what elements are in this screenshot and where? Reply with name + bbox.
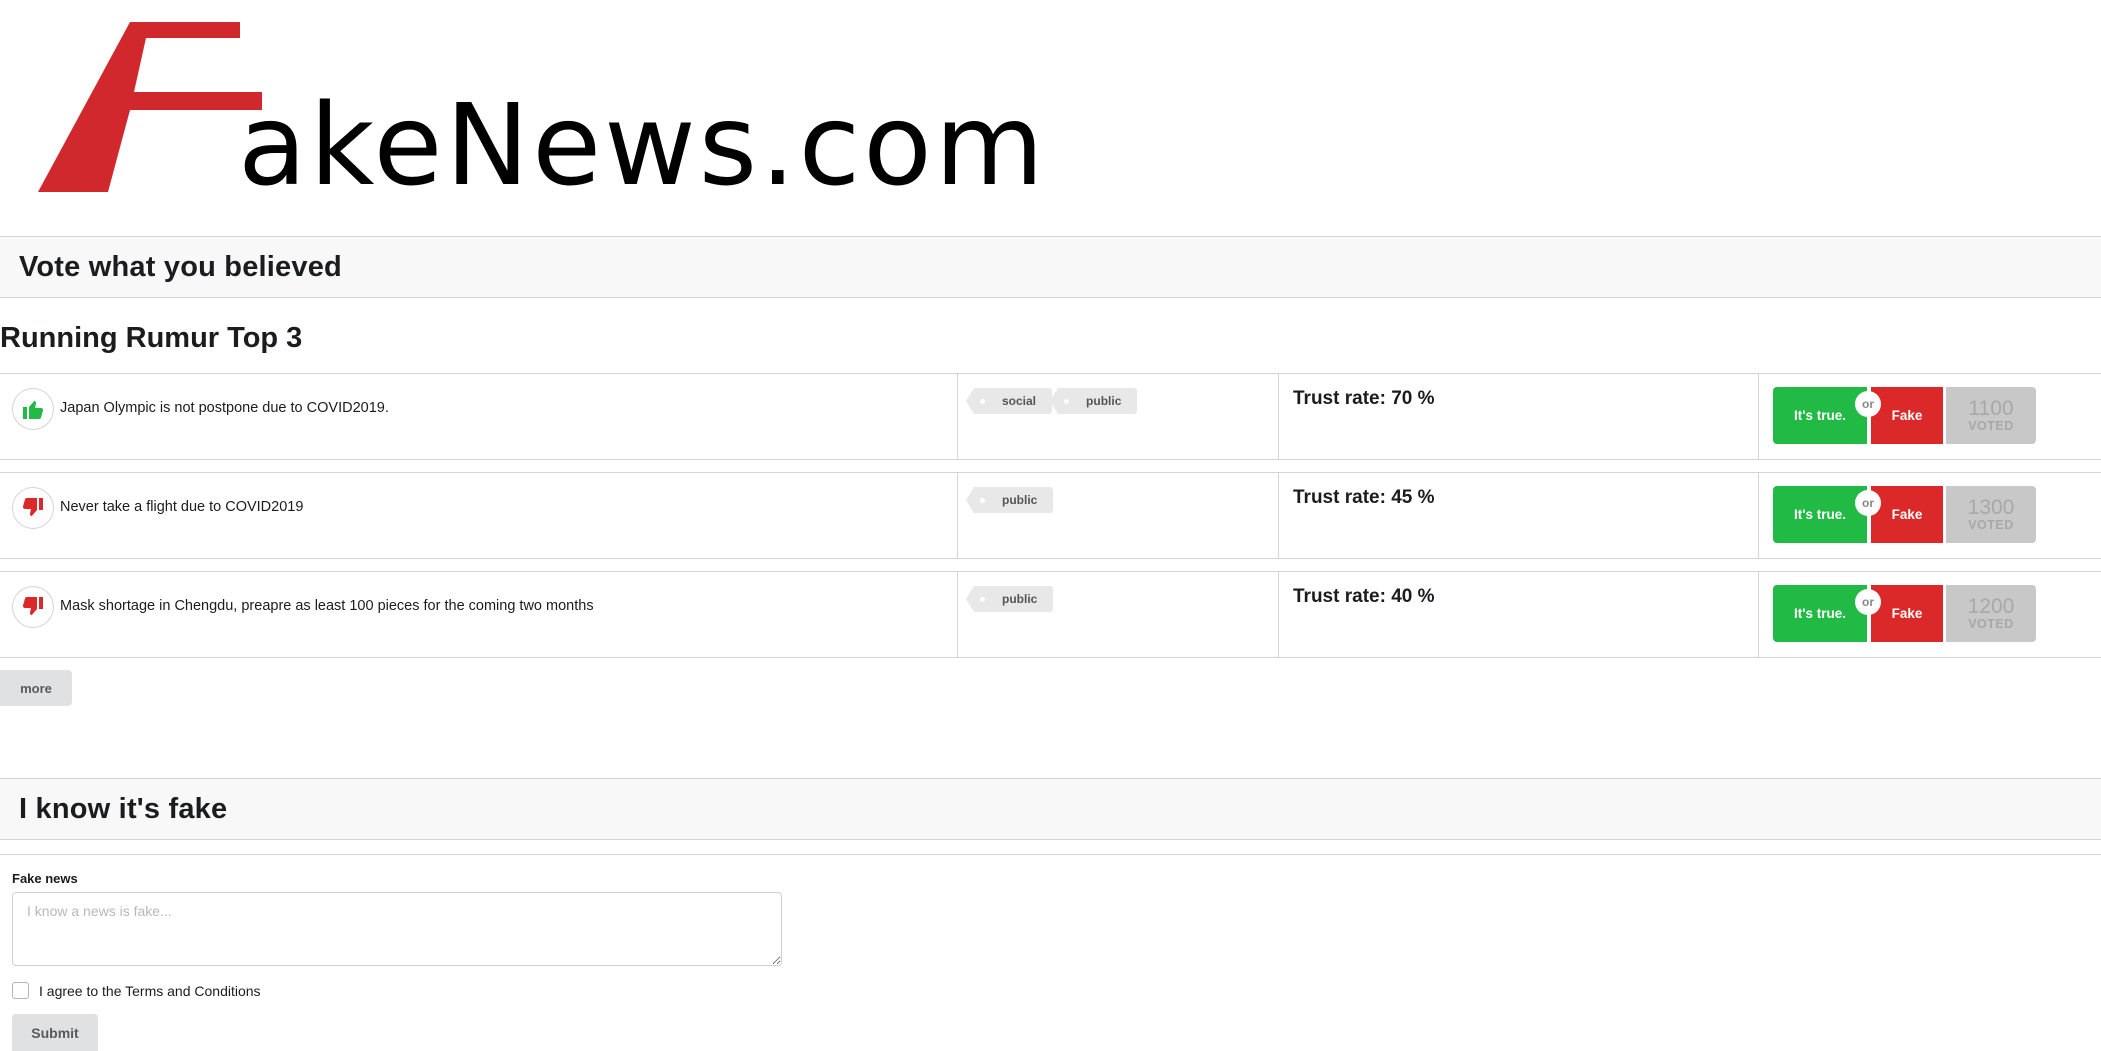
more-button[interactable]: more	[0, 670, 72, 706]
its-true-label: It's true.	[1794, 507, 1846, 522]
rumor-tags-cell: public	[957, 572, 1278, 657]
vote-count-label: VOTED	[1968, 418, 2014, 433]
vote-count: 1200	[1967, 594, 2015, 618]
agree-label: I agree to the Terms and Conditions	[39, 982, 261, 999]
vote-button-group: It's true. or Fake 1200 VOTED	[1773, 585, 2036, 642]
rumor-row: Japan Olympic is not postpone due to COV…	[0, 373, 2101, 460]
report-section-header: I know it's fake	[0, 778, 2101, 840]
or-separator: or	[1855, 391, 1881, 417]
rumor-trust-cell: Trust rate: 40 %	[1278, 572, 1758, 657]
tag-social[interactable]: social	[965, 388, 1053, 414]
tag-public[interactable]: public	[965, 487, 1054, 513]
rumor-row: Never take a flight due to COVID2019 pub…	[0, 472, 2101, 559]
fake-button[interactable]: Fake	[1871, 387, 1943, 444]
tag-public[interactable]: public	[1049, 388, 1138, 414]
vote-count: 1300	[1967, 495, 2015, 519]
top-rumors-title: Running Rumur Top 3	[0, 322, 303, 354]
agree-terms-row[interactable]: I agree to the Terms and Conditions	[12, 982, 261, 999]
vote-count-badge: 1300 VOTED	[1946, 486, 2036, 543]
vote-count-label: VOTED	[1968, 517, 2014, 532]
vote-section-header: Vote what you believed	[0, 236, 2101, 298]
vote-count-badge: 1100 VOTED	[1946, 387, 2036, 444]
fake-news-textarea[interactable]	[12, 892, 782, 966]
vote-cell: It's true. or Fake 1200 VOTED	[1758, 572, 2101, 657]
thumbs-down-icon	[12, 586, 54, 628]
its-true-button[interactable]: It's true. or	[1773, 387, 1881, 444]
logo-text: akeNews.com	[238, 81, 1047, 211]
vote-button-group: It's true. or Fake 1300 VOTED	[1773, 486, 2036, 543]
fake-news-label: Fake news	[12, 871, 78, 886]
trust-rate: Trust rate: 45 %	[1293, 487, 1435, 508]
rumor-tags-cell: social public	[957, 374, 1278, 459]
fake-button[interactable]: Fake	[1871, 486, 1943, 543]
rumor-trust-cell: Trust rate: 70 %	[1278, 374, 1758, 459]
vote-cell: It's true. or Fake 1100 VOTED	[1758, 374, 2101, 459]
tag-public[interactable]: public	[965, 586, 1054, 612]
vote-count: 1100	[1968, 396, 2014, 420]
rumor-headline: Japan Olympic is not postpone due to COV…	[60, 400, 389, 416]
rumor-headline-cell: Mask shortage in Chengdu, preapre as lea…	[0, 572, 957, 657]
rumor-headline: Never take a flight due to COVID2019	[60, 499, 304, 515]
submit-button[interactable]: Submit	[12, 1014, 98, 1051]
rumor-headline-cell: Never take a flight due to COVID2019	[0, 473, 957, 558]
its-true-button[interactable]: It's true. or	[1773, 585, 1881, 642]
thumbs-down-icon	[12, 487, 54, 529]
vote-count-label: VOTED	[1968, 616, 2014, 631]
vote-button-group: It's true. or Fake 1100 VOTED	[1773, 387, 2036, 444]
vote-section-title: Vote what you believed	[19, 251, 342, 283]
or-separator: or	[1855, 589, 1881, 615]
vote-cell: It's true. or Fake 1300 VOTED	[1758, 473, 2101, 558]
thumbs-up-icon	[12, 388, 54, 430]
site-logo[interactable]: akeNews.com	[38, 20, 1044, 202]
agree-checkbox[interactable]	[12, 982, 29, 999]
rumor-tags-cell: public	[957, 473, 1278, 558]
its-true-label: It's true.	[1794, 408, 1846, 423]
or-separator: or	[1855, 490, 1881, 516]
its-true-button[interactable]: It's true. or	[1773, 486, 1881, 543]
trust-rate: Trust rate: 70 %	[1293, 388, 1435, 409]
trust-rate: Trust rate: 40 %	[1293, 586, 1435, 607]
rumor-row: Mask shortage in Chengdu, preapre as lea…	[0, 571, 2101, 658]
vote-count-badge: 1200 VOTED	[1946, 585, 2036, 642]
rumor-headline-cell: Japan Olympic is not postpone due to COV…	[0, 374, 957, 459]
its-true-label: It's true.	[1794, 606, 1846, 621]
report-section-title: I know it's fake	[19, 793, 228, 825]
rumor-trust-cell: Trust rate: 45 %	[1278, 473, 1758, 558]
fake-button[interactable]: Fake	[1871, 585, 1943, 642]
rumor-headline: Mask shortage in Chengdu, preapre as lea…	[60, 598, 594, 614]
logo-f-mark	[38, 22, 262, 192]
form-divider	[0, 854, 2101, 855]
